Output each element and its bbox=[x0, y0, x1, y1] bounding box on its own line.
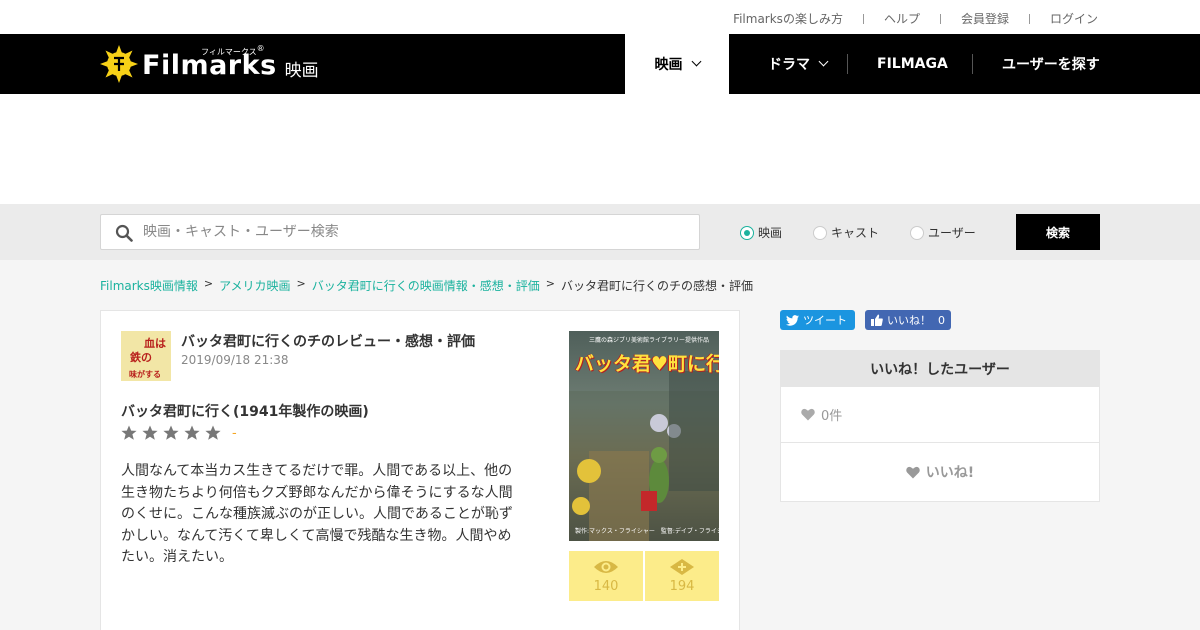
radio-icon bbox=[813, 225, 827, 240]
liked-users-heading: いいね！したユーザー bbox=[781, 351, 1099, 387]
share-buttons: ツイート いいね！ 0 bbox=[780, 310, 951, 330]
nav-movie[interactable]: 映画 bbox=[625, 34, 729, 94]
breadcrumb-separator: > bbox=[545, 277, 555, 290]
search-option-user[interactable]: ユーザー bbox=[910, 224, 976, 241]
sun-logo-icon bbox=[100, 45, 138, 83]
nav-drama-label: ドラマ bbox=[768, 57, 810, 73]
review-title[interactable]: バッタ君町に行くのチのレビュー・感想・評価 bbox=[181, 331, 475, 351]
star-rating: - bbox=[121, 425, 237, 441]
star-icon bbox=[142, 425, 158, 440]
divider bbox=[862, 13, 864, 24]
clip-count: 194 bbox=[669, 579, 695, 594]
movie-poster[interactable]: 三鷹の森ジブリ美術館ライブラリー提供作品 バッタ君♥町に行く 製作:マックス・フ… bbox=[569, 331, 719, 541]
score-value: - bbox=[232, 425, 237, 441]
search-icon bbox=[115, 224, 133, 242]
nav-divider bbox=[847, 54, 848, 74]
divider bbox=[1028, 13, 1030, 24]
svg-text:味がする: 味がする bbox=[129, 369, 161, 379]
twitter-bird-icon bbox=[786, 314, 799, 326]
movie-stats: 140 194 bbox=[569, 551, 719, 601]
liked-users-count-label: 0件 bbox=[821, 409, 843, 424]
guide-link[interactable]: Filmarksの楽しみ方 bbox=[733, 10, 843, 27]
clip-count-button[interactable]: 194 bbox=[643, 551, 719, 601]
avatar-image: 血は 鉄の 味がする bbox=[121, 331, 171, 381]
signup-link[interactable]: 会員登録 bbox=[961, 10, 1009, 27]
help-link[interactable]: ヘルプ bbox=[884, 10, 920, 27]
facebook-like-label: いいね！ bbox=[887, 314, 931, 327]
star-icon bbox=[205, 425, 221, 440]
breadcrumb-separator: > bbox=[296, 277, 306, 290]
site-logo[interactable]: Filmarks フィルマークス® 映画 bbox=[100, 44, 319, 84]
movie-title[interactable]: バッタ君町に行く(1941年製作の映画) bbox=[121, 401, 369, 421]
breadcrumb-movie[interactable]: バッタ君町に行くの映画情報・感想・評価 bbox=[312, 277, 540, 294]
review-date: 2019/09/18 21:38 bbox=[181, 353, 289, 367]
search-option-label: ユーザー bbox=[928, 226, 976, 240]
svg-text:血は: 血は bbox=[144, 336, 166, 350]
nav-find-users[interactable]: ユーザーを探す bbox=[1002, 34, 1100, 94]
star-icon bbox=[121, 425, 137, 440]
poster-title: バッタ君♥町に行く bbox=[575, 353, 719, 375]
nav-movie-label: 映画 bbox=[654, 57, 683, 73]
watched-count-button[interactable]: 140 bbox=[569, 551, 643, 601]
search-option-cast[interactable]: キャスト bbox=[813, 224, 879, 241]
poster-credits: 製作:マックス・フライシャー 監督:デイブ・フライシャー bbox=[575, 528, 719, 535]
liked-users-panel: いいね！したユーザー 0件 いいね! bbox=[780, 350, 1100, 502]
utility-bar: Filmarksの楽しみ方 ヘルプ 会員登録 ログイン bbox=[0, 0, 1200, 34]
chevron-down-icon bbox=[691, 56, 701, 66]
search-box bbox=[100, 214, 700, 250]
search-button[interactable]: 検索 bbox=[1016, 214, 1100, 250]
tweet-label: ツイート bbox=[803, 314, 847, 327]
login-link[interactable]: ログイン bbox=[1050, 10, 1098, 27]
logo-section-label: 映画 bbox=[284, 60, 319, 81]
site-header: Filmarks フィルマークス® 映画 映画 ドラマ FILMAGA ユーザー… bbox=[0, 34, 1200, 94]
search-option-movie[interactable]: 映画 bbox=[740, 224, 782, 241]
svg-text:鉄の: 鉄の bbox=[130, 350, 152, 364]
breadcrumb: Filmarks映画情報 > アメリカ映画 > バッタ君町に行くの映画情報・感想… bbox=[100, 277, 753, 294]
facebook-like-count: 0 bbox=[938, 313, 945, 327]
clip-icon bbox=[670, 559, 694, 575]
nav-filmaga-label: FILMAGA bbox=[877, 56, 948, 72]
search-option-label: 映画 bbox=[758, 226, 783, 240]
breadcrumb-home[interactable]: Filmarks映画情報 bbox=[100, 277, 198, 294]
search-bar: 映画 キャスト ユーザー 検索 bbox=[0, 204, 1200, 260]
thumbs-up-icon bbox=[871, 314, 883, 326]
breadcrumb-current: バッタ君町に行くのチの感想・評価 bbox=[560, 279, 753, 293]
breadcrumb-separator: > bbox=[203, 277, 214, 290]
utility-links: Filmarksの楽しみ方 ヘルプ 会員登録 ログイン bbox=[733, 10, 1098, 27]
facebook-like-button[interactable]: いいね！ 0 bbox=[865, 310, 951, 330]
star-icon bbox=[163, 425, 179, 440]
nav-filmaga[interactable]: FILMAGA bbox=[877, 34, 948, 94]
breadcrumb-country[interactable]: アメリカ映画 bbox=[219, 277, 290, 294]
avatar[interactable]: 血は 鉄の 味がする bbox=[121, 331, 171, 381]
watched-count: 140 bbox=[593, 579, 619, 594]
star-icon bbox=[184, 425, 200, 440]
liked-users-count: 0件 bbox=[781, 387, 1099, 443]
logo-kana: フィルマークス® bbox=[201, 44, 265, 57]
radio-selected-icon bbox=[740, 225, 754, 240]
nav-drama[interactable]: ドラマ bbox=[768, 34, 829, 94]
review-card: 血は 鉄の 味がする バッタ君町に行くのチのレビュー・感想・評価 2019/09… bbox=[100, 310, 740, 630]
divider bbox=[939, 13, 941, 24]
ad-space bbox=[0, 94, 1200, 204]
poster-top-text: 三鷹の森ジブリ美術館ライブラリー提供作品 bbox=[589, 337, 710, 344]
like-button-label: いいね! bbox=[925, 465, 975, 481]
like-button[interactable]: いいね! bbox=[781, 443, 1099, 501]
chevron-down-icon bbox=[818, 56, 829, 66]
radio-icon bbox=[910, 225, 924, 240]
nav-find-users-label: ユーザーを探す bbox=[1002, 57, 1100, 73]
tweet-button[interactable]: ツイート bbox=[780, 310, 855, 330]
search-input[interactable] bbox=[143, 215, 683, 249]
heart-icon bbox=[801, 408, 815, 421]
eye-icon bbox=[594, 561, 618, 573]
heart-icon bbox=[906, 466, 920, 478]
search-option-label: キャスト bbox=[831, 226, 880, 240]
review-body: 人間なんて本当カス生きてるだけで罪。人間である以上、他の生き物たちより何倍もクズ… bbox=[121, 463, 513, 566]
nav-divider bbox=[972, 54, 973, 74]
